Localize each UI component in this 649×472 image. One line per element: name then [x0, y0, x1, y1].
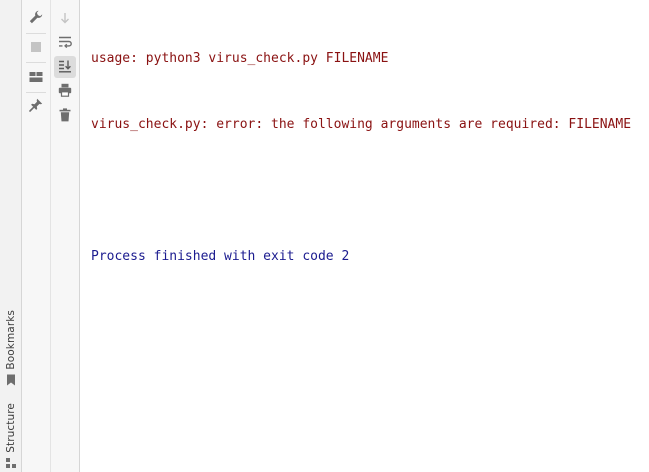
console-line-usage: usage: python3 virus_check.py FILENAME [91, 51, 389, 66]
wrench-icon [29, 9, 43, 28]
structure-tab-label: Structure [5, 403, 17, 453]
toolbar-separator [26, 62, 46, 63]
layout-button[interactable] [25, 66, 47, 88]
pin-tab-button[interactable] [25, 96, 47, 118]
run-toolbar-left [22, 0, 51, 472]
bookmarks-tab-label: Bookmarks [5, 310, 17, 370]
soft-wrap-icon [58, 33, 72, 52]
toolbar-separator [26, 32, 46, 34]
settings-button[interactable] [25, 7, 47, 29]
layout-icon [29, 68, 43, 87]
trash-icon [59, 107, 71, 126]
run-tool-window: Bookmarks Structure usage: python3 virus… [0, 0, 649, 472]
pin-icon [29, 97, 43, 116]
tool-window-stripe: Bookmarks Structure [0, 0, 22, 472]
console-line-exit-code: Process finished with exit code 2 [91, 249, 350, 264]
print-icon [58, 82, 72, 101]
soft-wrap-button[interactable] [54, 32, 76, 54]
bookmarks-tab[interactable]: Bookmarks [0, 310, 22, 386]
clear-all-button[interactable] [54, 105, 76, 127]
run-toolbar-right [51, 0, 80, 472]
structure-tab[interactable]: Structure [0, 403, 22, 469]
toolbar-separator [26, 91, 46, 93]
console-output[interactable]: usage: python3 virus_check.py FILENAME v… [80, 0, 649, 472]
arrow-down-icon [59, 9, 71, 28]
scroll-to-end-icon [58, 58, 72, 77]
bookmark-icon [5, 374, 17, 386]
print-button[interactable] [54, 81, 76, 103]
next-occurrence-button[interactable] [54, 7, 76, 29]
stop-button[interactable] [25, 37, 47, 59]
structure-icon [5, 457, 17, 469]
scroll-to-end-button[interactable] [54, 56, 76, 78]
stop-icon [30, 38, 42, 57]
console-line-error: virus_check.py: error: the following arg… [91, 117, 632, 132]
